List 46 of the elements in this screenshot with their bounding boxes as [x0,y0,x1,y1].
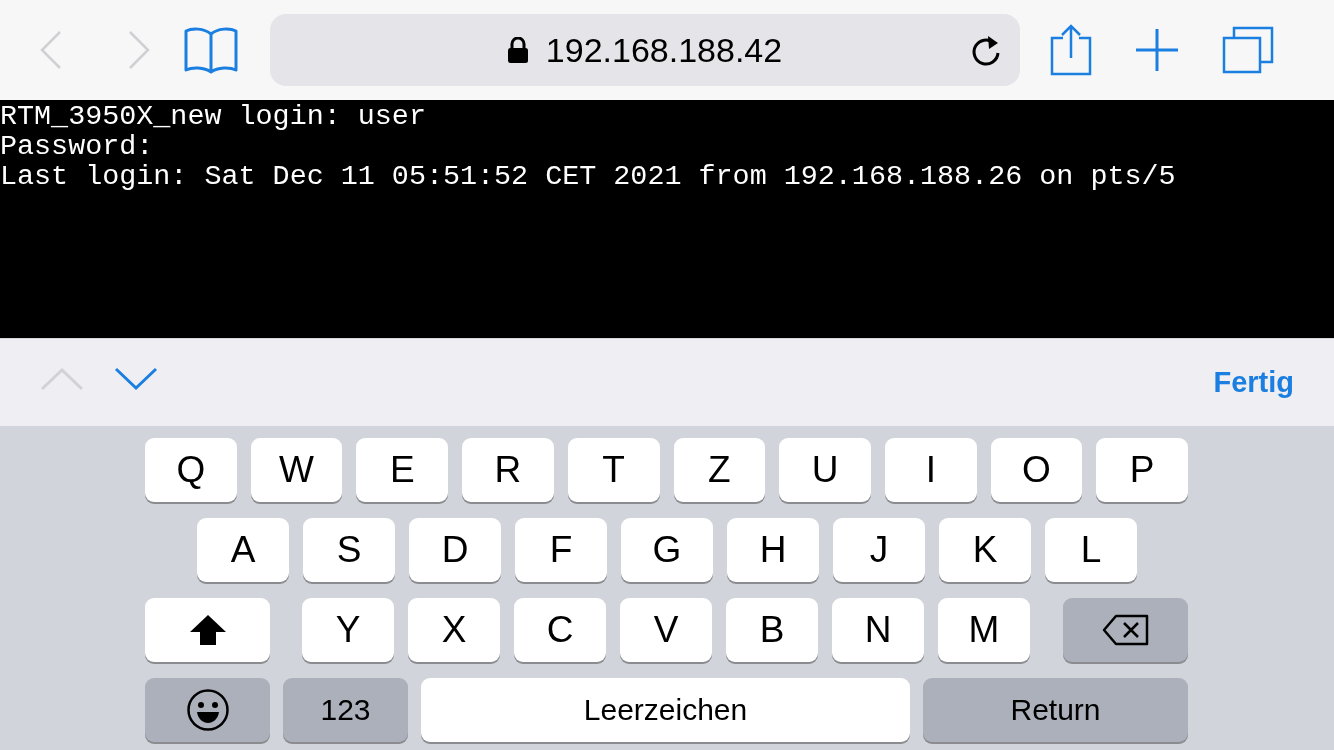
shift-key[interactable] [145,598,270,662]
letter-key[interactable]: F [515,518,607,582]
letter-key[interactable]: G [621,518,713,582]
letter-key[interactable]: Z [673,438,766,502]
letter-key[interactable]: J [833,518,925,582]
emoji-key[interactable] [145,678,270,742]
terminal-line: Last login: Sat Dec 11 05:51:52 CET 2021 from 192.168.188.26 on pts/5 [0,162,1176,192]
terminal-line: Password: [0,132,154,162]
letter-key[interactable]: T [567,438,660,502]
letter-key[interactable]: R [462,438,554,502]
letter-key[interactable]: W [250,438,343,502]
letter-key[interactable]: U [779,438,871,502]
lock-icon [507,37,528,63]
letter-key[interactable]: X [408,598,500,662]
letter-key[interactable]: V [620,598,712,662]
letter-key[interactable]: M [938,598,1030,662]
letter-key[interactable]: K [939,518,1031,582]
letter-key[interactable]: N [832,598,924,662]
plus-icon[interactable] [1134,27,1180,73]
letter-key[interactable]: S [303,518,395,582]
letter-key[interactable]: D [409,518,501,582]
letter-key[interactable]: B [726,598,818,662]
letter-key[interactable]: O [990,438,1083,502]
next-field-button[interactable] [114,366,158,391]
tabs-icon[interactable] [1222,26,1274,74]
letter-key[interactable]: E [356,438,449,502]
done-button[interactable]: Fertig [1213,366,1294,399]
book-icon[interactable] [184,26,238,74]
numbers-key[interactable]: 123 [283,678,408,742]
letter-key[interactable]: Q [145,438,237,502]
reload-icon[interactable] [970,33,1002,67]
space-key[interactable]: Leerzeichen [421,678,910,742]
letter-key[interactable]: L [1045,518,1137,582]
letter-key[interactable]: I [884,438,977,502]
delete-key[interactable] [1063,598,1188,662]
address-field[interactable]: 192.168.188.42 [270,14,1020,86]
letter-key[interactable]: P [1096,438,1189,502]
letter-key[interactable]: Y [302,598,394,662]
smiley-icon [185,688,230,732]
share-icon[interactable] [1050,24,1092,76]
delete-icon [1101,614,1150,646]
terminal-line: RTM_3950X_new login: user [0,102,426,132]
letter-key[interactable]: A [197,518,289,582]
letter-key[interactable]: C [514,598,606,662]
return-key[interactable]: Return [923,678,1188,742]
letter-key[interactable]: H [727,518,819,582]
